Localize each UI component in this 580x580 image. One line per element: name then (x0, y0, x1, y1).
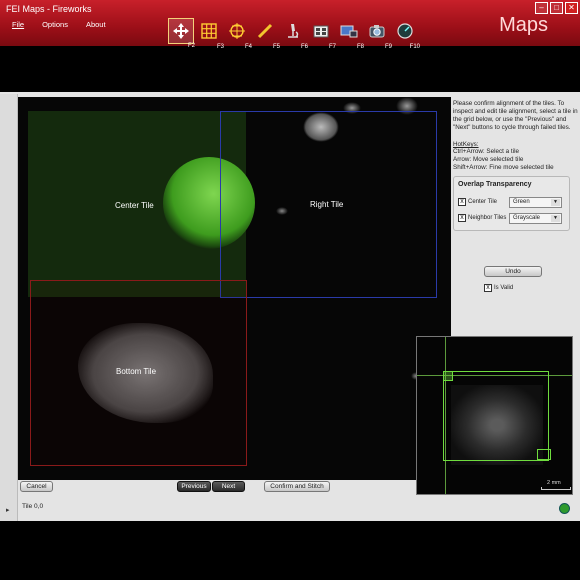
end-tile-marker (537, 449, 551, 460)
center-tile-label: Center Tile (115, 201, 154, 210)
expand-arrow-icon[interactable]: ▸ (6, 506, 10, 514)
neighbor-tiles-checkbox[interactable]: x (458, 214, 466, 222)
left-collapse-strip[interactable] (0, 94, 18, 521)
tile-alignment-viewer[interactable]: Center Tile Right Tile Bottom Tile (18, 97, 451, 480)
is-valid-checkbox[interactable]: x (484, 284, 492, 292)
neighbor-tiles-option-label: Neighbor Tiles (468, 215, 507, 221)
tool-move-tiles[interactable]: F2 (168, 18, 195, 49)
overlap-transparency-group: Overlap Transparency x Center Tile Green… (453, 176, 570, 231)
fkey-label: F6 (300, 44, 308, 50)
fkey-label: F10 (409, 44, 420, 50)
crosshair-grid-icon (229, 23, 245, 39)
ruler-icon (257, 23, 273, 39)
current-tile-marker (443, 371, 453, 381)
confirm-and-stitch-button[interactable]: Confirm and Stitch (264, 481, 330, 492)
film-icon (313, 25, 329, 38)
grid-icon (201, 23, 217, 39)
fkey-label: F3 (216, 44, 224, 50)
bottom-tile-label: Bottom Tile (116, 367, 157, 376)
window-controls: – □ ✕ (535, 2, 578, 14)
overview-minimap[interactable]: 2 mm (416, 336, 573, 495)
fkey-label: F4 (244, 44, 252, 50)
tool-gauge[interactable]: F10 (392, 18, 420, 50)
microscope-icon (288, 24, 299, 38)
select-value: Grayscale (513, 214, 541, 221)
tool-crosshair-grid[interactable]: F4 (224, 18, 252, 50)
tool-grid[interactable]: F3 (196, 18, 224, 50)
window-title: FEI Maps - Fireworks (6, 4, 92, 14)
title-bar: FEI Maps - Fireworks File Options About … (0, 0, 580, 50)
move-arrows-icon (173, 23, 189, 39)
next-button[interactable]: Next (212, 481, 245, 492)
center-tile-color-select[interactable]: Green ▼ (509, 196, 562, 208)
fkey-label: F9 (384, 44, 392, 50)
status-text: Tile 0,0 (22, 503, 44, 510)
tool-film[interactable]: F7 (308, 18, 336, 50)
app-brand: Maps (499, 14, 548, 36)
is-valid-label: Is Valid (494, 285, 514, 291)
tool-screen[interactable]: F8 (336, 18, 364, 50)
camera-icon (369, 25, 385, 38)
chevron-down-icon: ▼ (551, 198, 560, 206)
fkey-label: F8 (356, 44, 364, 50)
previous-button[interactable]: Previous (177, 481, 211, 492)
hotkeys-list: Ctrl+Arrow: Select a tile Arrow: Move se… (453, 148, 578, 172)
neighbor-tiles-color-select[interactable]: Grayscale ▼ (509, 212, 562, 224)
chevron-down-icon: ▼ (551, 214, 560, 222)
fkey-label: F5 (272, 44, 280, 50)
instructions-text: Please confirm alignment of the tiles. T… (453, 100, 578, 131)
gauge-icon (397, 23, 413, 39)
menu-about[interactable]: About (86, 20, 106, 29)
center-tile-row: x Center Tile Green ▼ (458, 194, 565, 210)
undo-button[interactable]: Undo (484, 266, 542, 277)
menu-options[interactable]: Options (42, 20, 68, 29)
status-ok-icon (559, 503, 570, 514)
scale-label: 2 mm (547, 480, 561, 486)
fkey-label: F7 (328, 44, 336, 50)
screen-icon (340, 25, 358, 38)
hotkey-item: Arrow: Move selected tile (453, 156, 524, 163)
maximize-button[interactable]: □ (550, 2, 563, 14)
menu-file[interactable]: File (12, 20, 24, 29)
toolbar: F2 F3 F4 F5 F6 F7 F8 F9 F10 (168, 18, 420, 50)
cancel-button[interactable]: Cancel (20, 481, 53, 492)
tool-microscope[interactable]: F6 (280, 18, 308, 50)
center-tile-checkbox[interactable]: x (458, 198, 466, 206)
overlap-title: Overlap Transparency (458, 181, 532, 188)
menu-bar: File Options About (12, 20, 124, 29)
right-tile-label: Right Tile (310, 200, 344, 209)
hotkey-item: Shift+Arrow: Fine move selected tile (453, 164, 554, 171)
tool-ruler[interactable]: F5 (252, 18, 280, 50)
hotkeys-heading: HotKeys: (453, 141, 479, 148)
center-tile-option-label: Center Tile (468, 199, 498, 205)
select-value: Green (513, 198, 530, 205)
hotkey-item: Ctrl+Arrow: Select a tile (453, 148, 519, 155)
tool-camera[interactable]: F9 (364, 18, 392, 50)
minimize-button[interactable]: – (535, 2, 548, 14)
overview-selection-box (443, 371, 549, 461)
is-valid-row: x Is Valid (484, 284, 513, 292)
fkey-label: F2 (187, 43, 195, 49)
scale-bar (541, 487, 571, 490)
neighbor-tiles-row: x Neighbor Tiles Grayscale ▼ (458, 210, 565, 226)
close-button[interactable]: ✕ (565, 2, 578, 14)
